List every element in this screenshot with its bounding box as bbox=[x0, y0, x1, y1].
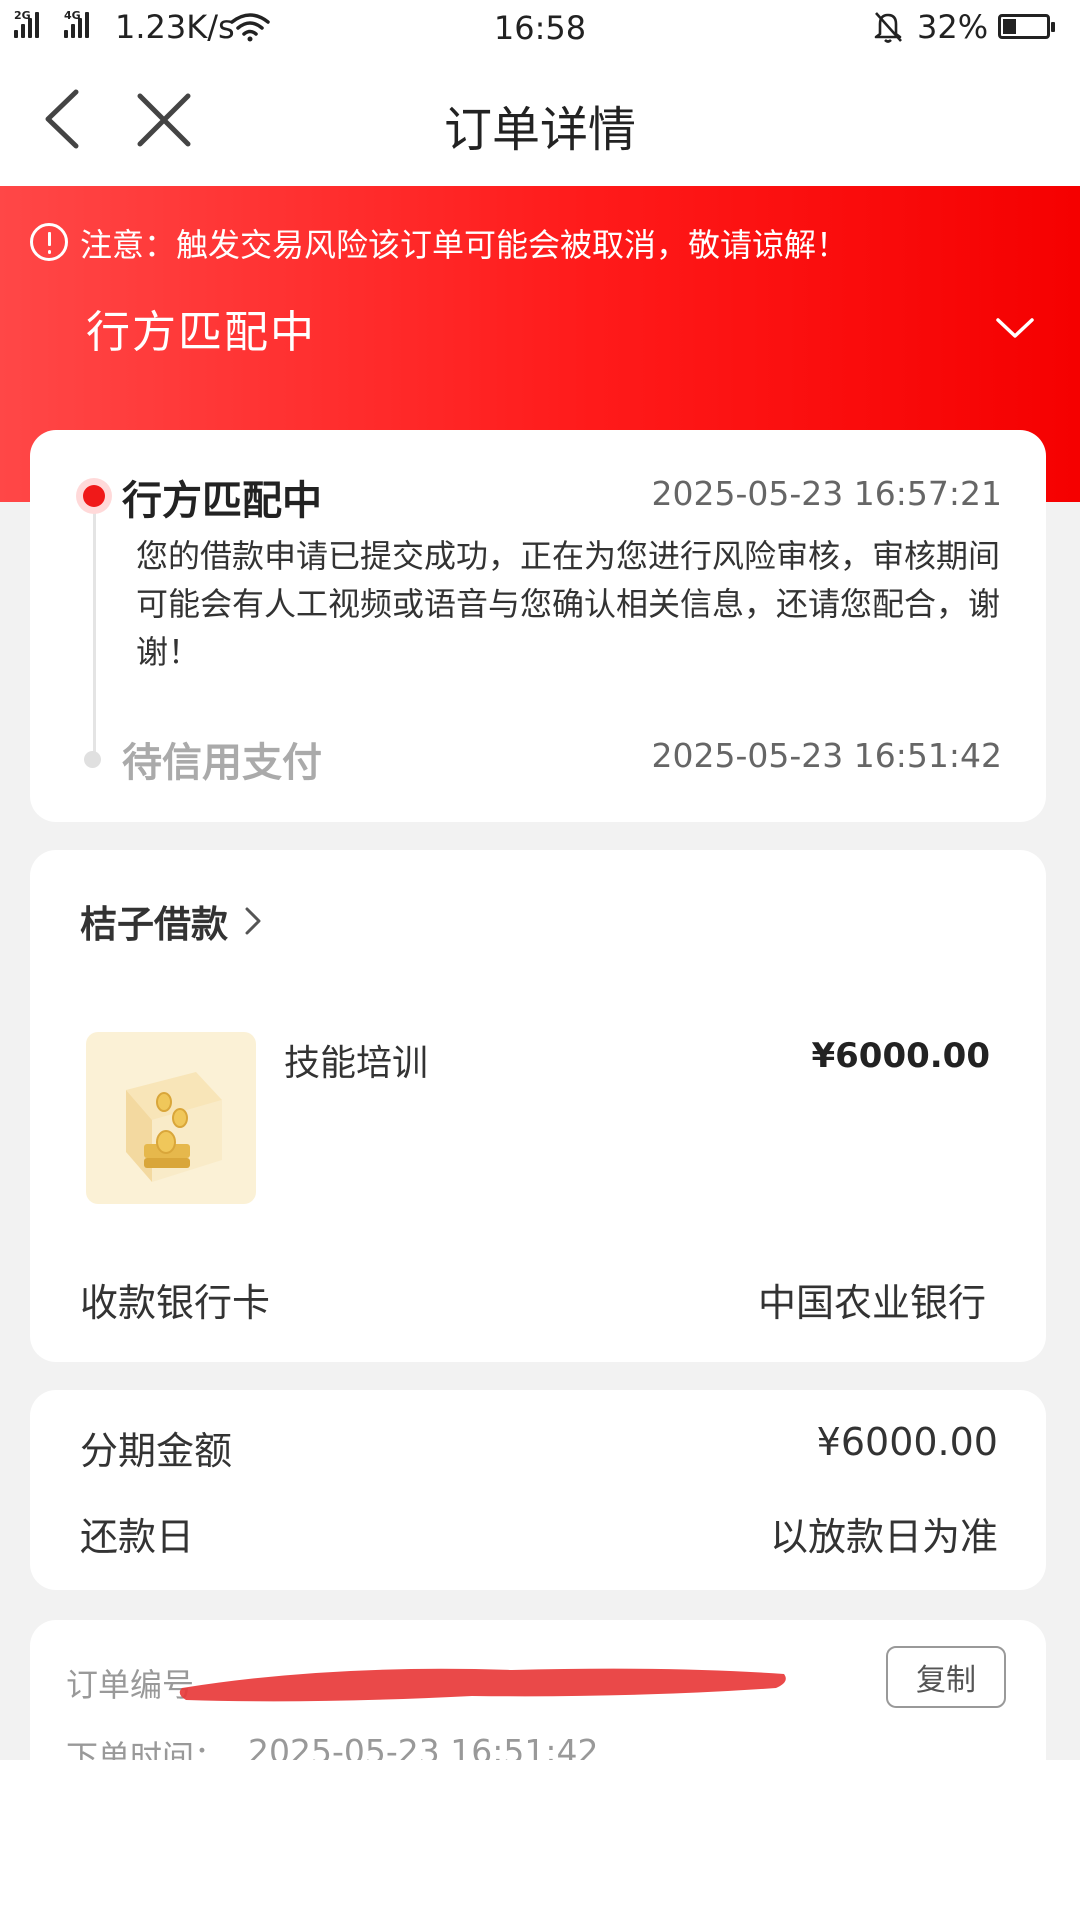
battery-icon bbox=[998, 14, 1055, 39]
timeline-dot-active bbox=[76, 478, 112, 514]
product-thumbnail bbox=[86, 1032, 256, 1204]
coin-box-icon bbox=[126, 1072, 222, 1182]
risk-warning-text: 注意：触发交易风险该订单可能会被取消，敬请谅解！ bbox=[80, 226, 849, 264]
installment-amount-value: ¥6000.00 bbox=[816, 1420, 998, 1464]
product-name: 技能培训 bbox=[284, 1043, 429, 1084]
timeline-step-title-2: 待信用支付 bbox=[122, 740, 322, 786]
bank-card-value: 中国农业银行 bbox=[757, 1281, 986, 1325]
redaction-mark bbox=[179, 1668, 786, 1702]
timeline-line bbox=[93, 494, 96, 760]
installment-card: 分期金额 ¥6000.00 还款日 以放款日为准 bbox=[30, 1390, 1046, 1590]
merchant-link[interactable]: 桔子借款 bbox=[80, 894, 264, 948]
timeline-step-title: 行方匹配中 bbox=[122, 478, 322, 524]
repayment-day-value: 以放款日为准 bbox=[769, 1515, 998, 1559]
repayment-day-label: 还款日 bbox=[80, 1515, 195, 1559]
chevron-right-icon bbox=[245, 907, 261, 935]
status-bar: 2G 4G 1.23K/s 16:58 32% bbox=[0, 0, 1080, 56]
product-card: 桔子借款 技能培训 ¥6000.00 收款银行卡 中国农业银行 bbox=[30, 850, 1046, 1362]
chevron-down-icon[interactable] bbox=[994, 314, 1036, 342]
status-timeline-card: 行方匹配中 2025-05-23 16:57:21 您的借款申请已提交成功，正在… bbox=[30, 430, 1046, 822]
bottom-blank-area bbox=[0, 1760, 1080, 1920]
product-price: ¥6000.00 bbox=[811, 1036, 990, 1076]
battery-percent: 32% bbox=[917, 8, 989, 46]
page-title: 订单详情 bbox=[443, 102, 636, 158]
repayment-day-row: 还款日 以放款日为准 bbox=[80, 1506, 998, 1561]
installment-amount-row: 分期金额 ¥6000.00 bbox=[80, 1420, 998, 1475]
nav-bar: 订单详情 bbox=[0, 56, 1080, 186]
warning-icon bbox=[30, 223, 68, 261]
timeline-step-time: 2025-05-23 16:57:21 bbox=[651, 474, 1002, 513]
header-status-text: 行方匹配中 bbox=[86, 307, 316, 358]
timeline-step-description: 您的借款申请已提交成功，正在为您进行风险审核，审核期间可能会有人工视频或语音与您… bbox=[136, 537, 1001, 671]
copy-button[interactable]: 复制 bbox=[886, 1646, 1006, 1708]
bank-card-label: 收款银行卡 bbox=[80, 1281, 271, 1325]
timeline-dot-inactive bbox=[84, 751, 101, 768]
installment-amount-label: 分期金额 bbox=[80, 1429, 233, 1473]
timeline-step-time-2: 2025-05-23 16:51:42 bbox=[651, 736, 1002, 775]
bell-muted-icon bbox=[874, 12, 902, 43]
merchant-name: 桔子借款 bbox=[80, 903, 228, 946]
